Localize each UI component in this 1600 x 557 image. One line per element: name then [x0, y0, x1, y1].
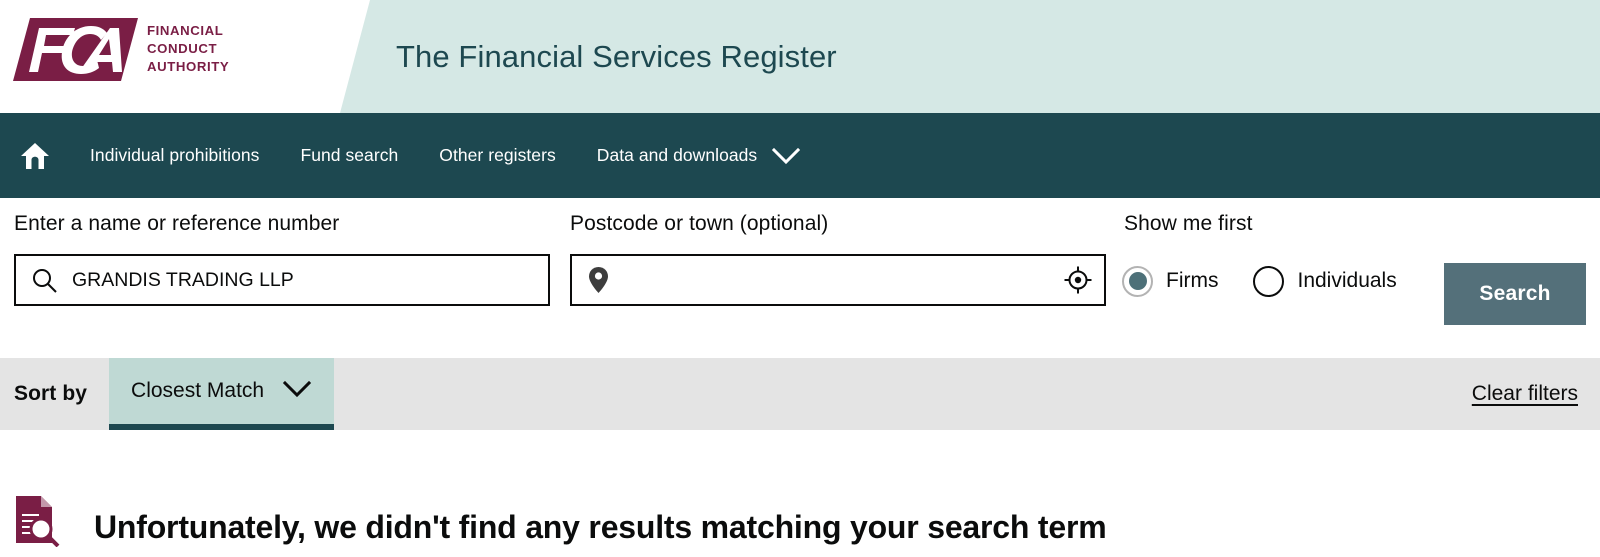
radio-option-individuals[interactable]: Individuals	[1253, 265, 1397, 297]
show-me-first-radio-group: Firms Individuals	[1122, 257, 1397, 305]
home-icon[interactable]	[14, 135, 56, 177]
chevron-down-icon	[282, 380, 312, 403]
fca-logo-wordmark: FINANCIAL CONDUCT AUTHORITY	[147, 22, 229, 77]
main-navigation: Individual prohibitions Fund search Othe…	[0, 113, 1600, 198]
nav-item-other-registers[interactable]: Other registers	[439, 145, 555, 166]
clear-filters-link[interactable]: Clear filters	[1472, 382, 1578, 406]
logo-word-line-2: CONDUCT	[147, 40, 218, 56]
map-pin-icon	[572, 266, 624, 294]
postcode-input[interactable]	[624, 256, 1052, 304]
postcode-field-label: Postcode or town (optional)	[570, 212, 829, 235]
sort-dropdown-value: Closest Match	[131, 379, 265, 402]
name-field-label: Enter a name or reference number	[14, 212, 340, 235]
search-button[interactable]: Search	[1444, 263, 1586, 325]
search-form: Enter a name or reference number Postcod…	[0, 198, 1600, 343]
sort-filter-bar: Sort by Closest Match Clear filters	[0, 358, 1600, 430]
radio-individuals-indicator	[1253, 265, 1285, 297]
chevron-down-icon[interactable]	[771, 141, 801, 171]
postcode-input-container[interactable]	[570, 254, 1106, 306]
page-title: The Financial Services Register	[396, 38, 837, 74]
nav-item-fund-search[interactable]: Fund search	[300, 145, 398, 166]
search-input-container[interactable]	[14, 254, 550, 306]
fca-logo-mark	[13, 17, 138, 81]
radio-option-firms[interactable]: Firms	[1122, 265, 1219, 297]
sort-dropdown[interactable]: Closest Match	[109, 358, 335, 430]
nav-item-individual-prohibitions[interactable]: Individual prohibitions	[90, 145, 259, 166]
search-icon	[16, 267, 72, 294]
page-header: FINANCIAL CONDUCT AUTHORITY The Financia…	[0, 0, 1600, 113]
crosshair-icon[interactable]	[1052, 266, 1104, 294]
show-me-first-label: Show me first	[1124, 212, 1253, 235]
no-results-section: Unfortunately, we didn't find any result…	[0, 430, 1600, 557]
nav-item-data-and-downloads[interactable]: Data and downloads	[597, 145, 757, 166]
no-results-message: Unfortunately, we didn't find any result…	[94, 509, 1107, 545]
radio-individuals-label: Individuals	[1297, 269, 1397, 292]
logo-word-line-3: AUTHORITY	[147, 59, 230, 75]
fca-logo[interactable]: FINANCIAL CONDUCT AUTHORITY	[13, 13, 253, 85]
sort-by-label: Sort by	[14, 382, 88, 405]
logo-word-line-1: FINANCIAL	[147, 22, 224, 38]
radio-firms-label: Firms	[1166, 269, 1219, 292]
document-search-icon	[14, 495, 60, 548]
search-input[interactable]	[72, 256, 548, 304]
radio-firms-indicator	[1122, 265, 1153, 297]
